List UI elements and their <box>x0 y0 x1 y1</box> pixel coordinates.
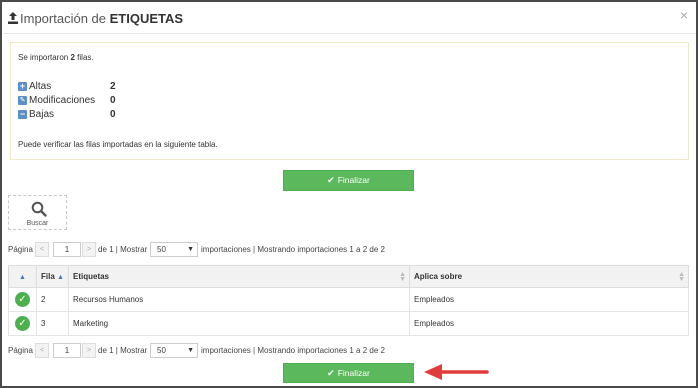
cell-aplica: Empleados <box>409 287 689 312</box>
col-status[interactable]: ▲ <box>8 265 37 288</box>
sort-icon: ▲ ▼ <box>678 271 685 283</box>
next-page-button[interactable]: > <box>82 343 96 358</box>
next-page-button[interactable]: > <box>82 242 96 257</box>
stat-label: Altas <box>29 81 52 92</box>
table-row[interactable]: ✓ 3 Marketing Empleados <box>8 311 689 336</box>
edit-square-icon: ✎ <box>18 96 27 105</box>
import-table: ▲ Fila ▲ Etiquetas ▲ ▼ Aplica sobre ▲ ▼ ✓ 2 … <box>8 265 689 336</box>
chevron-down-icon: ▼ <box>187 246 194 253</box>
col-aplica-sobre[interactable]: Aplica sobre ▲ ▼ <box>409 265 689 288</box>
finalizar-button-bottom[interactable]: ✔ Finalizar <box>283 363 414 383</box>
verify-hint: Puede verificar las filas importadas en … <box>18 140 218 149</box>
page-of-text: de 1 | Mostrar <box>98 346 148 355</box>
cell-aplica: Empleados <box>409 311 689 336</box>
cell-etiqueta: Marketing <box>68 311 410 336</box>
stat-value: 2 <box>110 81 116 92</box>
check-icon: ✔ <box>327 175 335 185</box>
page-size-select[interactable]: 50 ▼ <box>150 242 198 257</box>
finalizar-button-top[interactable]: ✔ Finalizar <box>283 170 414 191</box>
chevron-down-icon: ▼ <box>187 347 194 354</box>
check-circle-icon: ✓ <box>15 292 30 307</box>
import-modal: Importación de ETIQUETAS × Se importaron… <box>0 0 698 388</box>
red-arrow-icon <box>424 364 489 380</box>
pager-info: importaciones | Mostrando importaciones … <box>201 245 385 254</box>
cell-fila: 3 <box>36 311 69 336</box>
minus-square-icon: − <box>18 109 27 119</box>
prev-page-button[interactable]: < <box>35 242 49 257</box>
page-input[interactable]: 1 <box>53 242 81 257</box>
title-entity: ETIQUETAS <box>109 11 184 26</box>
import-summary: Se importaron 2 filas. + Altas 2 ✎ Modif… <box>10 42 689 160</box>
search-icon <box>31 201 47 217</box>
stat-label: Bajas <box>29 109 55 120</box>
title-prefix: Importación de <box>20 11 106 26</box>
stat-value: 0 <box>110 109 116 120</box>
buscar-button[interactable]: Buscar <box>8 195 67 230</box>
upload-icon <box>8 12 18 24</box>
page-input[interactable]: 1 <box>53 343 81 358</box>
prev-page-button[interactable]: < <box>35 343 49 358</box>
table-row[interactable]: ✓ 2 Recursos Humanos Empleados <box>8 287 689 312</box>
finalizar-label: Finalizar <box>337 175 370 185</box>
check-circle-icon: ✓ <box>15 316 30 331</box>
cell-etiqueta: Recursos Humanos <box>68 287 410 312</box>
stat-label: Modificaciones <box>29 95 96 106</box>
stat-value: 0 <box>110 95 116 106</box>
page-size-select[interactable]: 50 ▼ <box>150 343 198 358</box>
col-etiquetas[interactable]: Etiquetas ▲ ▼ <box>68 265 410 288</box>
close-icon[interactable]: × <box>680 7 688 23</box>
check-icon: ✔ <box>327 368 335 378</box>
modal-title: Importación de ETIQUETAS <box>20 11 183 26</box>
page-of-text: de 1 | Mostrar <box>98 245 148 254</box>
sort-icon: ▲ ▼ <box>399 271 406 283</box>
sort-asc-icon: ▲ <box>57 274 64 281</box>
col-fila[interactable]: Fila ▲ <box>36 265 69 288</box>
plus-square-icon: + <box>18 81 27 91</box>
pager-info: importaciones | Mostrando importaciones … <box>201 346 385 355</box>
buscar-label: Buscar <box>26 220 49 227</box>
import-count-text: Se importaron 2 filas. <box>18 53 94 62</box>
finalizar-label: Finalizar <box>337 368 370 378</box>
page-label: Página <box>8 346 33 355</box>
modal-header: Importación de ETIQUETAS × <box>4 4 696 34</box>
cell-fila: 2 <box>36 287 69 312</box>
page-label: Página <box>8 245 33 254</box>
sort-asc-icon: ▲ <box>19 274 26 281</box>
